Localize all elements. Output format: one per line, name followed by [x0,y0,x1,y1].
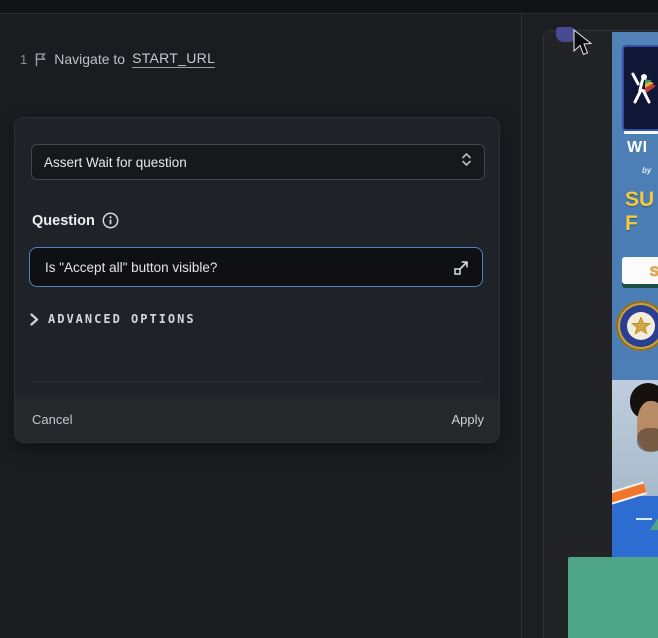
divider [31,381,483,382]
ad-headline-line2: F [625,212,654,236]
question-input[interactable]: Is "Accept all" button visible? [29,247,483,287]
action-type-select[interactable]: Assert Wait for question [31,144,485,180]
expand-icon[interactable] [453,259,470,276]
top-bar [0,0,658,14]
player-photo [612,380,658,558]
advanced-options-toggle[interactable]: ADVANCED OPTIONS [30,312,196,326]
jersey-stripe [612,483,646,503]
cricket-batsman-logo-icon [622,45,658,131]
ad-by-text: by [642,166,651,175]
ad-headline-text: SU F [625,188,654,236]
cursor-icon [571,28,595,63]
chevron-right-icon [30,313,39,326]
green-accent-wedge [650,518,658,530]
app-window: 1 Navigate to START_URL Assert Wait for … [0,0,658,638]
ad-headline-line1: SU [625,188,654,212]
step-action-label: Navigate to [54,51,125,67]
green-overlay-block [568,557,658,638]
ad-title-text: WI [627,139,648,157]
webpage-ad-banner: WI by SU F S [612,32,658,558]
info-icon[interactable] [102,212,119,229]
step-editor-card: Assert Wait for question Question Is "Ac… [14,117,500,443]
step-row[interactable]: 1 Navigate to START_URL [20,50,215,68]
action-type-value: Assert Wait for question [44,155,187,170]
step-number: 1 [20,52,27,67]
chevron-updown-icon [461,152,472,172]
bcci-emblem-icon [616,301,658,351]
ad-cta-button[interactable]: S [622,257,658,284]
start-url-link[interactable]: START_URL [132,50,215,68]
player-beard [637,428,658,452]
ad-cta-label: S [650,263,658,279]
flag-icon [34,52,47,67]
apply-button[interactable]: Apply [449,408,486,431]
question-input-value: Is "Accept all" button visible? [45,260,217,275]
card-footer: Cancel Apply [15,397,499,442]
ad-divider-line [624,131,658,134]
cancel-button[interactable]: Cancel [30,408,74,431]
advanced-options-label: ADVANCED OPTIONS [48,312,196,326]
question-label-row: Question [32,212,119,229]
question-label: Question [32,213,95,229]
